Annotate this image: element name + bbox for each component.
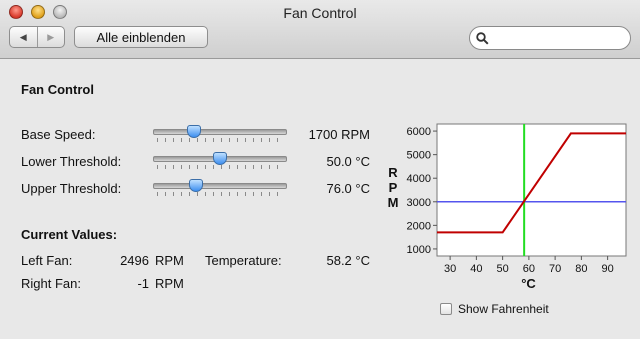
preferences-window: Fan Control ◀ ▶ Alle einblenden Fan Cont… xyxy=(0,0,640,339)
y-axis-label-letter: P xyxy=(389,180,398,195)
show-fahrenheit-label: Show Fahrenheit xyxy=(458,302,549,316)
x-tick-label: 80 xyxy=(575,263,587,275)
y-tick-label: 1000 xyxy=(407,244,431,256)
x-axis-label: °C xyxy=(521,276,536,291)
y-axis-label-letter: M xyxy=(388,195,399,210)
y-axis-label-letter: R xyxy=(388,165,398,180)
y-tick-label: 4000 xyxy=(407,173,431,185)
show-fahrenheit-checkbox[interactable] xyxy=(440,303,452,315)
x-tick-label: 70 xyxy=(549,263,561,275)
x-tick-label: 60 xyxy=(523,263,535,275)
x-tick-label: 50 xyxy=(497,263,509,275)
y-tick-label: 6000 xyxy=(407,126,431,138)
y-tick-label: 3000 xyxy=(407,197,431,209)
fan-curve-chart: 1000 2000 3000 4000 5000 6000 30 40 50 60 70 80 90 RP… xyxy=(388,123,627,291)
y-tick-label: 2000 xyxy=(407,220,431,232)
x-tick-label: 30 xyxy=(444,263,456,275)
x-tick-label: 90 xyxy=(602,263,614,275)
y-tick-label: 5000 xyxy=(407,150,431,162)
x-tick-label: 40 xyxy=(470,263,482,275)
